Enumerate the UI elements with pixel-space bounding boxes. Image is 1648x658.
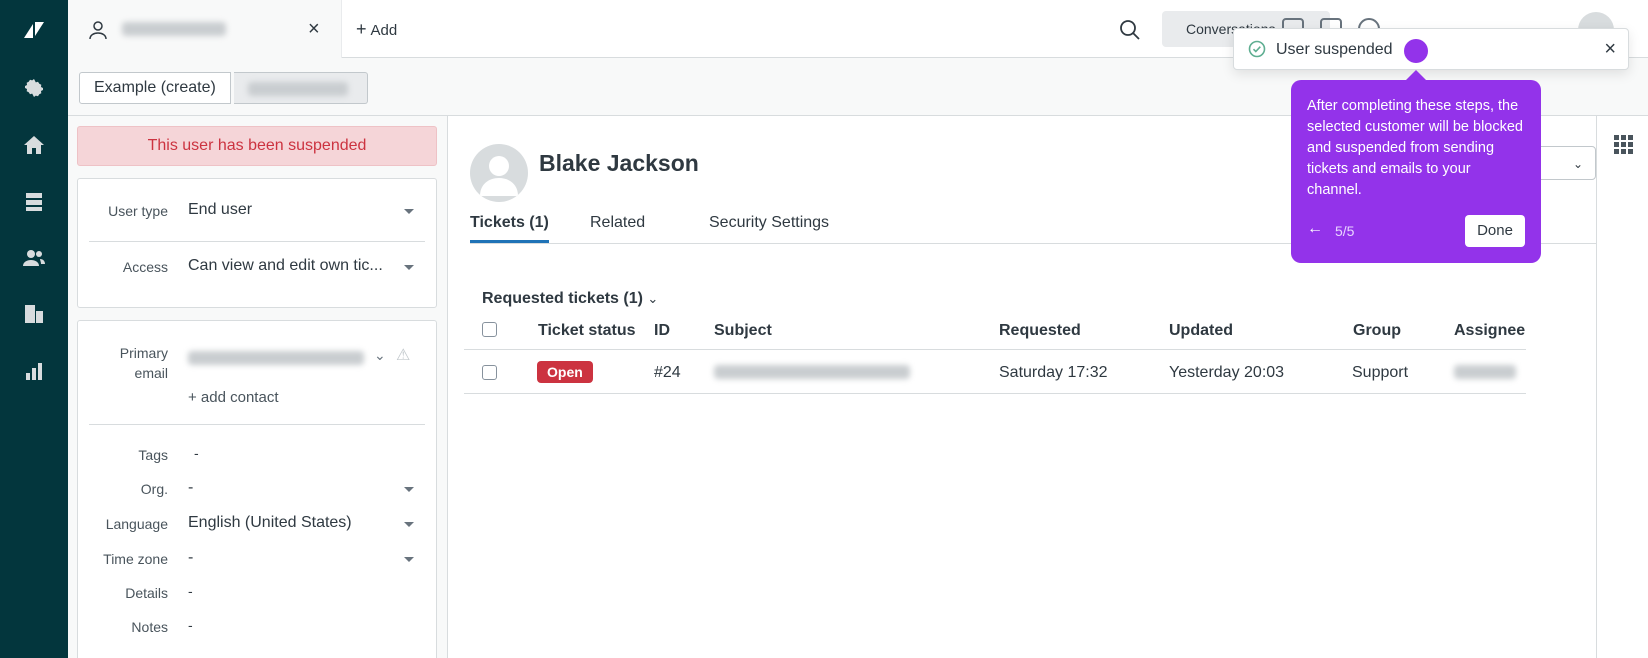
divider — [89, 241, 425, 242]
chevron-down-icon: ⌄ — [647, 291, 659, 306]
user-properties-panel: This user has been suspended User type E… — [68, 116, 448, 658]
search-icon[interactable] — [1119, 19, 1141, 41]
tooltip-text: After completing these steps, the select… — [1307, 98, 1523, 198]
home-icon[interactable] — [20, 131, 48, 159]
user-type-card: User type End user Access Can view and e… — [77, 178, 437, 308]
status-badge: Open — [537, 361, 593, 383]
redacted-user-name — [248, 82, 348, 96]
chevron-down-icon — [404, 209, 414, 214]
chevron-down-icon — [404, 265, 414, 270]
divider — [89, 424, 425, 425]
user-details-card: Primary email ⌄ ⚠ + add contact Tags - Or… — [77, 320, 437, 658]
org-label: Org. — [140, 481, 168, 497]
apps-grid-icon[interactable] — [1613, 134, 1633, 154]
table-row[interactable]: Open #24 Saturday 17:32 Yesterday 20:03 … — [464, 350, 1526, 394]
ticket-group: Support — [1352, 364, 1409, 381]
warning-icon: ⚠ — [396, 347, 411, 364]
chevron-down-icon: ⌄ — [1572, 157, 1583, 171]
toast-message: User suspended — [1276, 41, 1393, 58]
tags-value: - — [194, 445, 199, 461]
suspended-banner: This user has been suspended — [77, 126, 437, 166]
ticket-id[interactable]: #24 — [654, 364, 681, 382]
guide-tooltip: After completing these steps, the select… — [1291, 70, 1541, 263]
guide-hotspot[interactable] — [1404, 39, 1428, 63]
column-assignee[interactable]: Assignee — [1454, 322, 1525, 340]
views-icon[interactable] — [20, 188, 48, 216]
apps-rail — [1596, 116, 1648, 658]
org-value: - — [188, 479, 194, 496]
chevron-down-icon — [404, 487, 414, 492]
tags-label: Tags — [138, 447, 168, 463]
close-tab-icon[interactable]: × — [308, 18, 320, 41]
user-type-label: User type — [108, 203, 168, 219]
done-button[interactable]: Done — [1465, 215, 1525, 247]
primary-email-label: Primary email — [119, 345, 168, 381]
access-label: Access — [122, 259, 168, 275]
table-header: Ticket status ID Subject Requested Updat… — [464, 308, 1526, 350]
back-arrow-icon[interactable]: ← — [1307, 220, 1323, 238]
zendesk-logo-icon[interactable] — [20, 16, 48, 44]
success-toast: User suspended × — [1233, 28, 1629, 70]
column-updated[interactable]: Updated — [1169, 322, 1233, 340]
chevron-down-icon — [404, 522, 414, 527]
organizations-icon[interactable] — [20, 300, 48, 328]
check-circle-icon — [1248, 40, 1266, 58]
person-icon — [89, 21, 107, 40]
tab-security-settings[interactable]: Security Settings — [709, 214, 829, 240]
notes-value: - — [188, 617, 193, 633]
language-value: English (United States) — [188, 514, 352, 531]
tab-related[interactable]: Related — [590, 214, 645, 240]
close-icon[interactable]: × — [1604, 38, 1616, 61]
tab-tickets[interactable]: Tickets (1) — [470, 214, 549, 243]
notes-label: Notes — [131, 619, 168, 635]
column-requested[interactable]: Requested — [999, 322, 1081, 340]
redacted-subject[interactable] — [714, 365, 910, 379]
add-button[interactable]: + Add — [356, 19, 397, 40]
timezone-value: - — [188, 549, 194, 566]
chevron-down-icon[interactable]: ⌄ — [374, 347, 386, 364]
avatar — [470, 144, 528, 202]
details-label: Details — [125, 585, 168, 601]
access-value: Can view and edit own tic... — [188, 257, 383, 274]
user-type-value: End user — [188, 201, 253, 218]
ticket-requested: Saturday 17:32 — [999, 364, 1108, 381]
user-tab[interactable]: × — [68, 0, 342, 58]
details-value: - — [188, 583, 193, 599]
language-label: Language — [105, 516, 168, 532]
column-id[interactable]: ID — [654, 322, 670, 340]
requested-tickets-toggle[interactable]: Requested tickets (1) ⌄ — [482, 290, 658, 308]
chevron-down-icon — [404, 557, 414, 562]
add-contact-link[interactable]: + add contact — [188, 389, 278, 406]
gear-icon[interactable] — [20, 74, 48, 102]
timezone-label: Time zone — [103, 551, 168, 567]
column-subject[interactable]: Subject — [714, 322, 772, 340]
redacted-user-name — [122, 22, 226, 36]
ticket-updated: Yesterday 20:03 — [1169, 364, 1285, 381]
nav-rail — [0, 0, 68, 658]
plus-icon: + — [356, 19, 367, 39]
row-checkbox[interactable] — [482, 365, 497, 380]
page-title: Blake Jackson — [539, 150, 699, 176]
breadcrumb-user-button[interactable] — [234, 72, 368, 104]
customers-icon[interactable] — [20, 244, 48, 272]
column-ticket-status[interactable]: Ticket status — [538, 322, 636, 340]
redacted-email — [188, 351, 364, 365]
breadcrumb-org-button[interactable]: Example (create) — [79, 72, 231, 104]
redacted-assignee — [1454, 365, 1516, 379]
select-all-checkbox[interactable] — [482, 322, 497, 337]
step-counter: 5/5 — [1335, 223, 1355, 239]
column-group[interactable]: Group — [1353, 322, 1401, 340]
reporting-icon[interactable] — [20, 357, 48, 385]
